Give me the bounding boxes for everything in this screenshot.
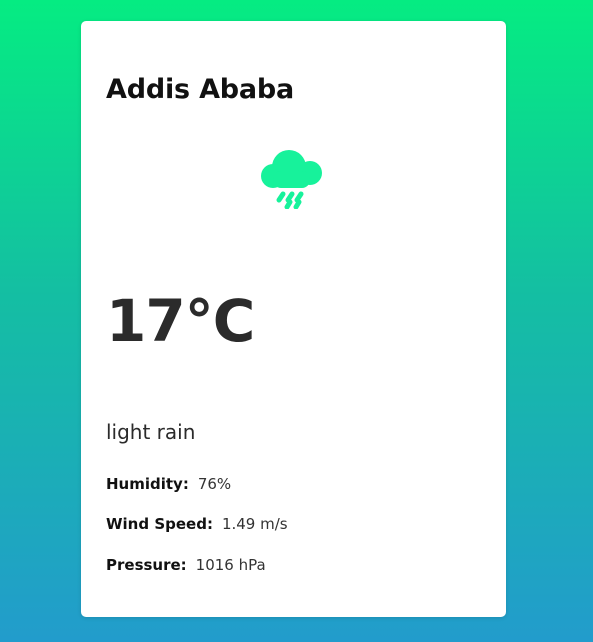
city-name: Addis Ababa xyxy=(106,74,295,105)
wind-speed-row: Wind Speed: 1.49 m/s xyxy=(106,514,288,534)
humidity-label: Humidity: xyxy=(106,475,189,493)
weather-description: light rain xyxy=(106,420,196,444)
wind-speed-label: Wind Speed: xyxy=(106,515,213,533)
weather-card: Addis Ababa 17°C light rain Humidity: 76%… xyxy=(81,21,506,617)
humidity-value: 76% xyxy=(197,475,232,493)
pressure-row: Pressure: 1016 hPa xyxy=(106,555,266,575)
pressure-label: Pressure: xyxy=(106,556,187,574)
humidity-row: Humidity: 76% xyxy=(106,474,231,494)
temperature: 17°C xyxy=(106,287,255,355)
wind-speed-value: 1.49 m/s xyxy=(221,515,288,533)
pressure-value: 1016 hPa xyxy=(195,556,266,574)
cloud-rain-icon xyxy=(257,143,327,210)
